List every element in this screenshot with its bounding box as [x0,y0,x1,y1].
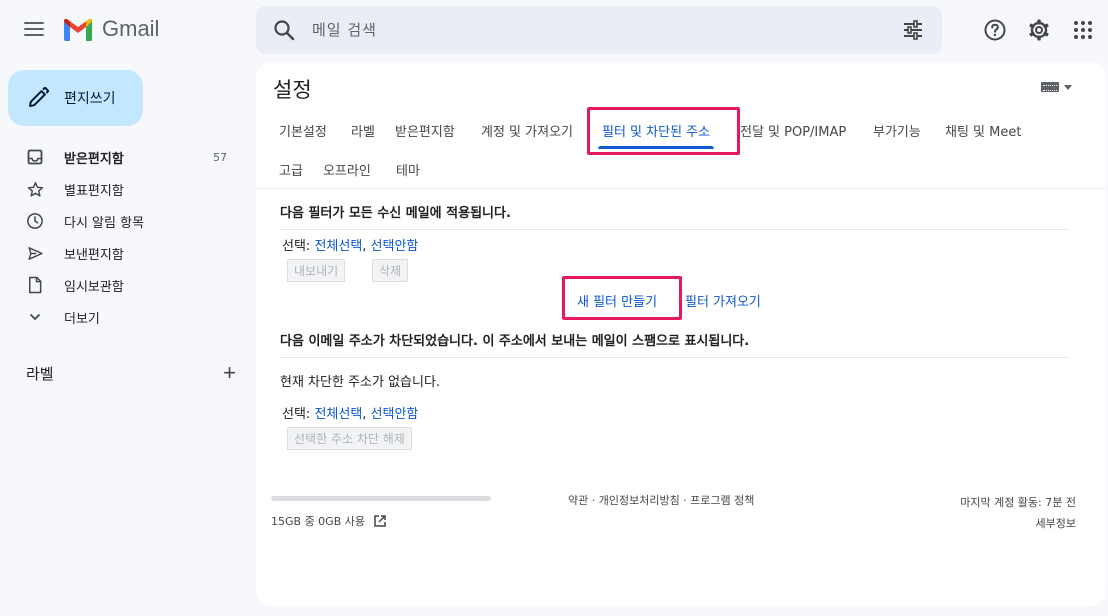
no-blocked-message: 현재 차단한 주소가 없습니다. [280,375,441,390]
storage-usage: 15GB 중 0GB 사용 [271,513,387,529]
page-title: 설정 [273,78,312,102]
tab-accounts-import[interactable]: 계정 및 가져오기 [472,112,582,148]
tab-themes[interactable]: 테마 [387,151,429,187]
tab-filters-blocked[interactable]: 필터 및 차단된 주소 [593,112,719,149]
tab-chat-meet[interactable]: 채팅 및 Meet [936,112,1030,148]
sidebar-item-label: 다시 알림 항목 [64,215,145,231]
tab-advanced[interactable]: 고급 [270,151,312,187]
select-all-link[interactable]: 전체선택 [314,239,362,254]
sidebar-item-drafts[interactable]: 임시보관함 [0,269,250,301]
comma: , [362,239,371,254]
gmail-logo[interactable]: Gmail [62,16,159,42]
apps-grid-icon[interactable] [1071,18,1095,42]
tab-labels[interactable]: 라벨 [342,112,384,148]
last-activity-text: 마지막 계정 활동: 7분 전 [960,496,1076,509]
pencil-icon [29,86,50,107]
settings-gear-icon[interactable] [1027,18,1051,42]
add-label-icon[interactable]: + [223,362,236,384]
sidebar-item-label: 보낸편지함 [64,247,124,263]
star-icon [26,180,44,198]
unblock-selected-button[interactable]: 선택한 주소 차단 해제 [287,427,412,450]
select-none-link[interactable]: 선택안함 [371,407,419,422]
account-activity: 마지막 계정 활동: 7분 전 세부정보 [960,492,1076,534]
labels-title: 라벨 [26,364,54,383]
sidebar-item-label: 더보기 [64,311,100,327]
select-prefix: 선택: [282,239,315,254]
filters-heading: 다음 필터가 모든 수신 메일에 적용됩니다. [280,206,511,221]
settings-panel: 설정 기본설정 라벨 받은편지함 계정 및 가져오기 필터 및 차단된 주소 전… [256,62,1106,606]
sidebar-item-sent[interactable]: 보낸편지함 [0,237,250,269]
sidebar-item-label: 받은편지함 [64,151,124,167]
filters-select-line: 선택: 전체선택, 선택안함 [282,235,418,254]
input-tools-button[interactable] [1041,82,1072,92]
select-prefix: 선택: [282,407,315,422]
select-all-link[interactable]: 전체선택 [314,407,362,422]
delete-button[interactable]: 삭제 [372,259,409,282]
clock-icon [26,212,44,230]
compose-button[interactable]: 편지쓰기 [8,70,143,126]
tab-general[interactable]: 기본설정 [270,112,336,148]
create-new-filter-link[interactable]: 새 필터 만들기 [577,291,657,310]
tab-offline[interactable]: 오프라인 [314,151,380,187]
import-filters-link[interactable]: 필터 가져오기 [685,291,761,310]
sidebar-item-starred[interactable]: 별표편지함 [0,173,250,205]
chevron-down-icon [26,308,44,326]
storage-quota-bar [271,496,491,501]
gmail-m-icon [64,18,92,41]
select-none-link[interactable]: 선택안함 [371,239,419,254]
help-icon[interactable] [983,18,1007,42]
app-name: Gmail [102,16,160,41]
open-external-icon[interactable] [373,514,387,528]
comma: , [362,407,371,422]
footer-links[interactable]: 약관 · 개인정보처리방침 · 프로그램 정책 [568,492,754,508]
sidebar-item-label: 별표편지함 [64,183,124,199]
search-options-icon[interactable] [902,19,924,41]
sidebar-item-more[interactable]: 더보기 [0,301,250,333]
blocked-heading: 다음 이메일 주소가 차단되었습니다. 이 주소에서 보내는 메일이 스팸으로 … [280,334,750,349]
search-icon[interactable] [272,18,296,42]
sidebar-item-label: 임시보관함 [64,279,124,295]
inbox-icon [26,148,44,166]
section-rule [280,229,1070,230]
keyboard-icon [1041,82,1059,92]
tab-inbox[interactable]: 받은편지함 [386,112,464,148]
blocked-select-line: 선택: 전체선택, 선택안함 [282,403,418,422]
sidebar-item-snoozed[interactable]: 다시 알림 항목 [0,205,250,237]
section-rule [280,357,1070,358]
sidebar-item-inbox[interactable]: 받은편지함 57 [0,141,250,173]
details-link[interactable]: 세부정보 [960,513,1076,534]
send-icon [26,244,44,262]
caret-down-icon [1064,84,1072,90]
storage-usage-text: 15GB 중 0GB 사용 [271,515,365,528]
tab-addons[interactable]: 부가기능 [864,112,930,148]
unread-count: 57 [213,150,227,164]
main-menu-button[interactable] [22,18,46,42]
draft-icon [26,276,44,294]
tab-forwarding-pop-imap[interactable]: 전달 및 POP/IMAP [731,112,855,148]
search-bar [256,6,942,54]
tabs-divider [256,188,1106,189]
compose-label: 편지쓰기 [64,91,116,107]
export-button[interactable]: 내보내기 [287,259,346,282]
labels-header: 라벨 + [26,362,236,384]
search-input[interactable] [312,18,872,42]
sidebar-nav: 받은편지함 57 별표편지함 다시 알림 항목 보낸편지함 임시보관함 더보기 [0,141,250,333]
